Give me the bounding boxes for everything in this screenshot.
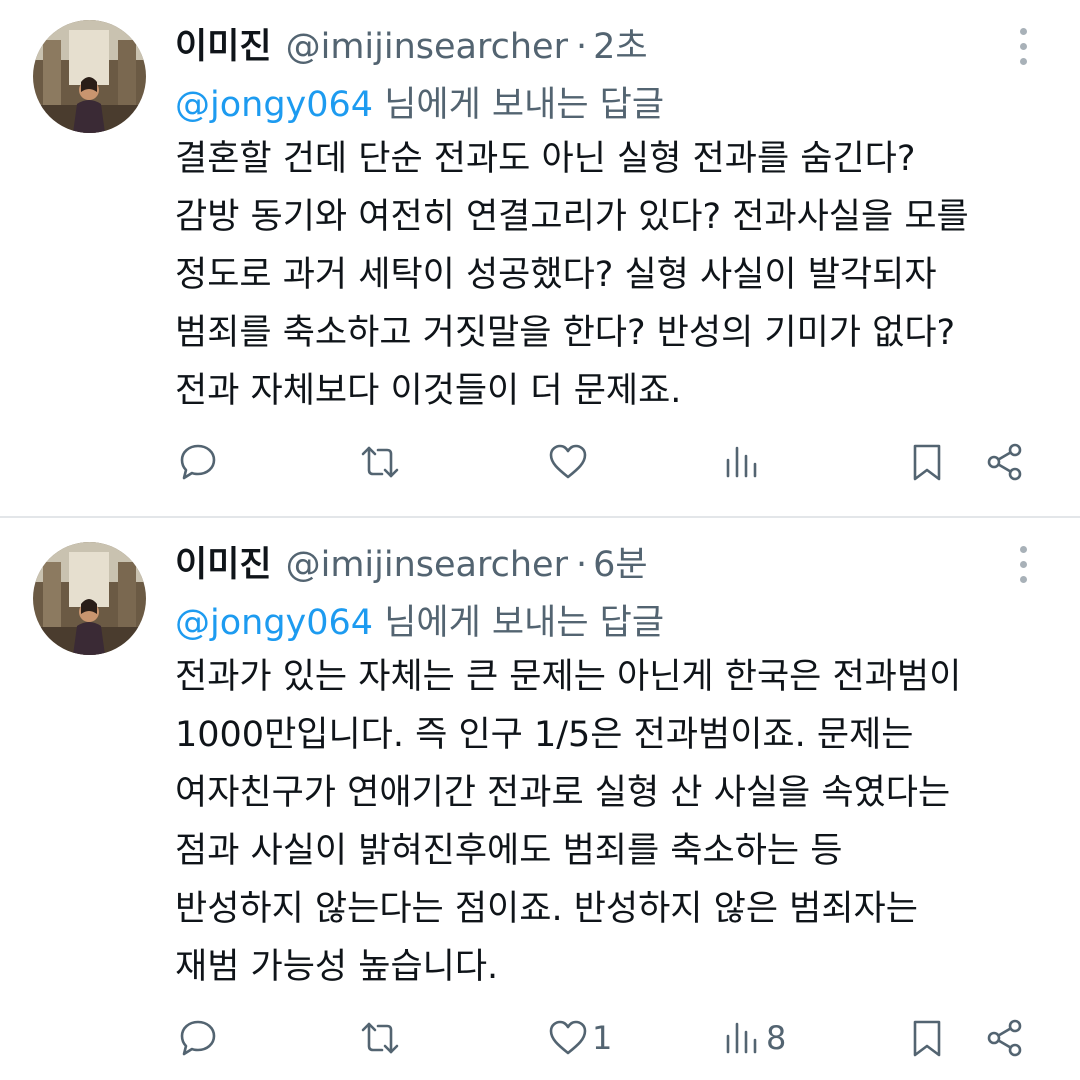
tweet-text-line: 감방 동기와 여전히 연결고리가 있다? 전과사실을 모를 xyxy=(175,197,969,237)
tweet-text: 결혼할 건데 단순 전과도 아닌 실형 전과를 숨긴다? 감방 동기와 여전히 … xyxy=(175,130,1055,420)
action-bar: 1 8 xyxy=(0,1008,1080,1068)
tweet-text-line: 여자친구가 연애기간 전과로 실형 산 사실을 속였다는 xyxy=(175,773,951,813)
tweet[interactable]: 이미진 @imijinsearcher · 2초 @jongy064 님에게 보… xyxy=(0,0,1080,516)
timestamp[interactable]: 2초 xyxy=(593,18,647,69)
reply-context: @jongy064 님에게 보내는 답글 xyxy=(175,594,664,645)
bookmark-button[interactable] xyxy=(907,1008,947,1068)
share-icon xyxy=(987,443,1022,481)
tweet-header: 이미진 @imijinsearcher · 6분 xyxy=(175,536,648,585)
avatar[interactable] xyxy=(33,20,146,133)
tweet-text-line: 반성하지 않는다는 점이죠. 반성하지 않은 범죄자는 xyxy=(175,889,918,929)
reply-icon xyxy=(180,1020,216,1056)
views-button[interactable] xyxy=(722,432,766,492)
reply-button[interactable] xyxy=(178,432,218,492)
retweet-icon xyxy=(361,446,399,478)
separator-dot: · xyxy=(575,545,588,585)
share-icon xyxy=(987,1019,1022,1057)
reply-context-text: 님에게 보내는 답글 xyxy=(373,603,665,643)
retweet-button[interactable] xyxy=(360,1008,400,1068)
display-name[interactable]: 이미진 xyxy=(175,536,272,587)
retweet-button[interactable] xyxy=(360,432,400,492)
timestamp[interactable]: 6분 xyxy=(593,536,647,587)
user-handle[interactable]: @imijinsearcher xyxy=(286,545,568,585)
tweet-text-line: 1000만입니다. 즉 인구 1/5은 전과범이죠. 문제는 xyxy=(175,715,914,755)
views-icon xyxy=(726,446,757,478)
action-bar xyxy=(0,432,1080,492)
bookmark-button[interactable] xyxy=(907,432,947,492)
views-button[interactable]: 8 xyxy=(722,1008,786,1068)
reply-context: @jongy064 님에게 보내는 답글 xyxy=(175,76,664,127)
tweet-text-line: 결혼할 건데 단순 전과도 아닌 실형 전과를 숨긴다? xyxy=(175,139,916,179)
views-count: 8 xyxy=(766,1019,787,1057)
bookmark-icon xyxy=(913,1020,941,1057)
views-icon xyxy=(726,1022,757,1054)
tweet-header: 이미진 @imijinsearcher · 2초 xyxy=(175,18,648,67)
tweet-text-line: 전과 자체보다 이것들이 더 문제죠. xyxy=(175,371,682,411)
separator-dot: · xyxy=(575,27,588,67)
share-button[interactable] xyxy=(985,1008,1025,1068)
bookmark-icon xyxy=(913,444,941,481)
reply-button[interactable] xyxy=(178,1008,218,1068)
reply-mention-link[interactable]: @jongy064 xyxy=(175,85,373,125)
like-count: 1 xyxy=(592,1019,613,1057)
user-handle[interactable]: @imijinsearcher xyxy=(286,27,568,67)
reply-context-text: 님에게 보내는 답글 xyxy=(373,85,665,125)
like-icon xyxy=(549,444,587,479)
retweet-icon xyxy=(361,1022,399,1054)
like-button[interactable]: 1 xyxy=(548,1008,612,1068)
more-icon[interactable] xyxy=(1010,26,1038,68)
tweet-text-line: 범죄를 축소하고 거짓말을 한다? 반성의 기미가 없다? xyxy=(175,313,956,353)
reply-mention-link[interactable]: @jongy064 xyxy=(175,603,373,643)
like-icon xyxy=(549,1020,587,1055)
like-button[interactable] xyxy=(548,432,592,492)
tweet-text-line: 점과 사실이 밝혀진후에도 범죄를 축소하는 등 xyxy=(175,831,843,871)
reply-icon xyxy=(180,444,216,480)
more-icon[interactable] xyxy=(1010,544,1038,586)
tweet-text-line: 전과가 있는 자체는 큰 문제는 아닌게 한국은 전과범이 xyxy=(175,657,962,697)
avatar[interactable] xyxy=(33,542,146,655)
tweet-text-line: 정도로 과거 세탁이 성공했다? 실형 사실이 발각되자 xyxy=(175,255,937,295)
share-button[interactable] xyxy=(985,432,1025,492)
tweet-text: 전과가 있는 자체는 큰 문제는 아닌게 한국은 전과범이 1000만입니다. … xyxy=(175,648,1055,996)
tweet[interactable]: 이미진 @imijinsearcher · 6분 @jongy064 님에게 보… xyxy=(0,518,1080,1080)
display-name[interactable]: 이미진 xyxy=(175,18,272,69)
tweet-text-line: 재범 가능성 높습니다. xyxy=(175,947,499,987)
